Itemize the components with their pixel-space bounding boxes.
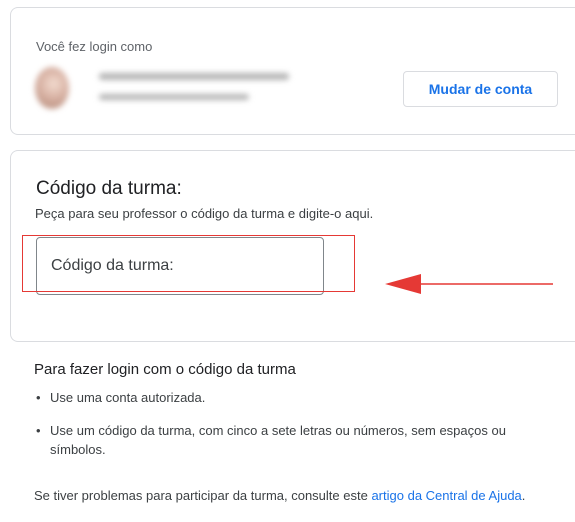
help-title: Para fazer login com o código da turma: [34, 361, 296, 378]
class-code-instructions: Peça para seu professor o código da turm…: [35, 206, 374, 221]
annotation-arrow-icon: [385, 274, 553, 294]
help-bullet-code-format: Use um código da turma, com cinco a sete…: [34, 421, 549, 459]
avatar: [35, 67, 69, 109]
help-bullet-authorized-account: Use uma conta autorizada.: [34, 388, 549, 407]
user-name-redacted: [99, 73, 289, 80]
switch-account-button[interactable]: Mudar de conta: [403, 71, 558, 107]
help-footer: Se tiver problemas para participar da tu…: [34, 486, 554, 505]
class-code-card: Código da turma: Peça para seu professor…: [10, 150, 575, 342]
user-email-redacted: [99, 94, 249, 100]
account-card: Você fez login como Mudar de conta: [10, 7, 575, 135]
logged-in-as-label: Você fez login como: [36, 39, 153, 54]
help-footer-text: Se tiver problemas para participar da tu…: [34, 488, 372, 503]
class-code-title: Código da turma:: [36, 178, 182, 199]
class-code-input[interactable]: [36, 237, 324, 295]
help-list: Use uma conta autorizada. Use um código …: [34, 388, 549, 459]
help-center-link[interactable]: artigo da Central de Ajuda: [371, 488, 521, 503]
help-footer-end: .: [521, 488, 526, 503]
